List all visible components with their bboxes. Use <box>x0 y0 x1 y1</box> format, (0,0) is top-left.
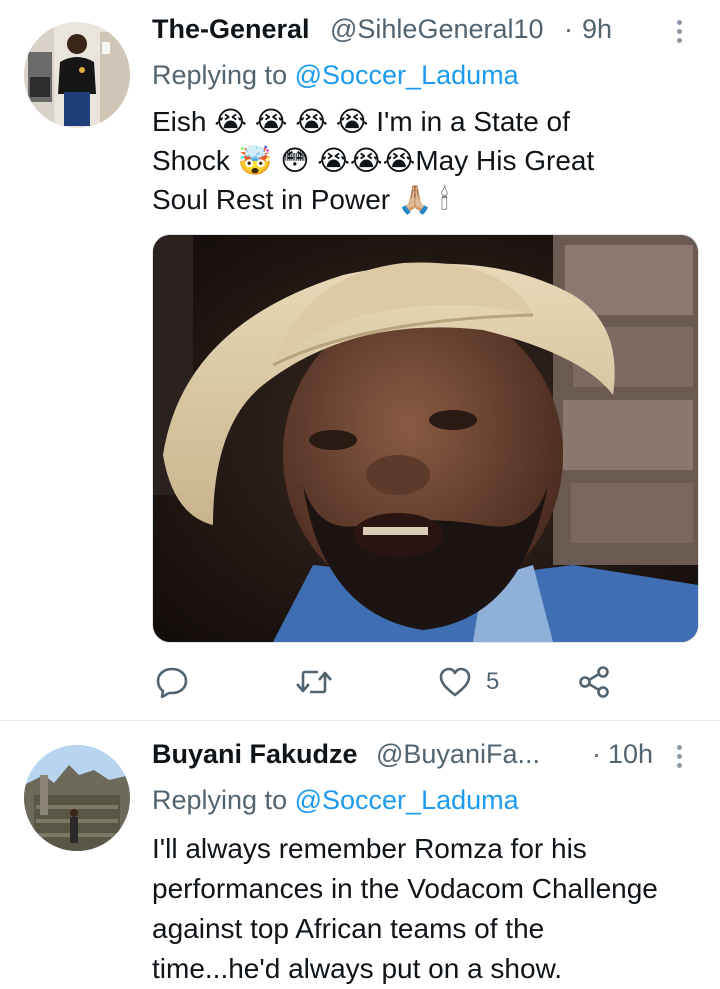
tweet-text-line: Soul Rest in Power 🙏🏼 🕯 <box>152 184 449 215</box>
replying-label: Replying to <box>152 60 288 90</box>
more-icon[interactable] <box>673 20 685 48</box>
tweet-header: The-General @SihleGeneral10 · 9h <box>152 14 720 54</box>
separator-dot: · <box>592 739 601 769</box>
replying-to-link[interactable]: @Soccer_Laduma <box>295 60 519 90</box>
tweet-actions: 5 <box>152 662 622 702</box>
retweet-icon <box>296 670 332 694</box>
avatar[interactable] <box>24 745 130 851</box>
tweet-text: Eish 😭 😭 😭 😭 I'm in a State of Shock 🤯 😳… <box>152 102 707 219</box>
tweet-text: I'll always remember Romza for his perfo… <box>152 829 707 989</box>
replying-label: Replying to <box>152 785 288 815</box>
replying-to: Replying to @Soccer_Laduma <box>152 785 519 816</box>
tweet-text-line: Eish 😭 😭 😭 😭 I'm in a State of <box>152 106 570 137</box>
like-count: 5 <box>486 668 500 695</box>
tweet-text-line: against top African teams of the <box>152 913 545 944</box>
tweet-time[interactable]: 10h <box>608 739 653 770</box>
replying-to: Replying to @Soccer_Laduma <box>152 60 519 91</box>
author-handle[interactable]: @BuyaniFa... <box>376 739 540 770</box>
tweet-text-line: performances in the Vodacom Challenge <box>152 873 658 904</box>
reply-icon <box>156 667 188 698</box>
tweet-header: Buyani Fakudze @BuyaniFa... · 10h <box>152 739 720 779</box>
separator-dot: · <box>564 14 573 44</box>
author-handle[interactable]: @SihleGeneral10 <box>330 14 544 45</box>
like-icon <box>439 667 471 697</box>
share-icon <box>579 666 609 698</box>
avatar[interactable] <box>24 22 130 128</box>
author-name[interactable]: Buyani Fakudze <box>152 739 358 770</box>
tweet-text-line: Shock 🤯 😳 😭😭😭May His Great <box>152 145 595 176</box>
more-icon[interactable] <box>673 745 685 773</box>
tweet[interactable]: The-General @SihleGeneral10 · 9h Replyin… <box>0 0 720 720</box>
tweet-text-line: time...he'd always put on a show. <box>152 953 563 984</box>
replying-to-link[interactable]: @Soccer_Laduma <box>295 785 519 815</box>
tweet-time[interactable]: 9h <box>582 14 612 45</box>
tweet-media-image[interactable] <box>152 234 699 643</box>
tweet-text-line: I'll always remember Romza for his <box>152 833 587 864</box>
tweet[interactable]: Buyani Fakudze @BuyaniFa... · 10h Replyi… <box>0 721 720 985</box>
author-name[interactable]: The-General <box>152 14 310 45</box>
